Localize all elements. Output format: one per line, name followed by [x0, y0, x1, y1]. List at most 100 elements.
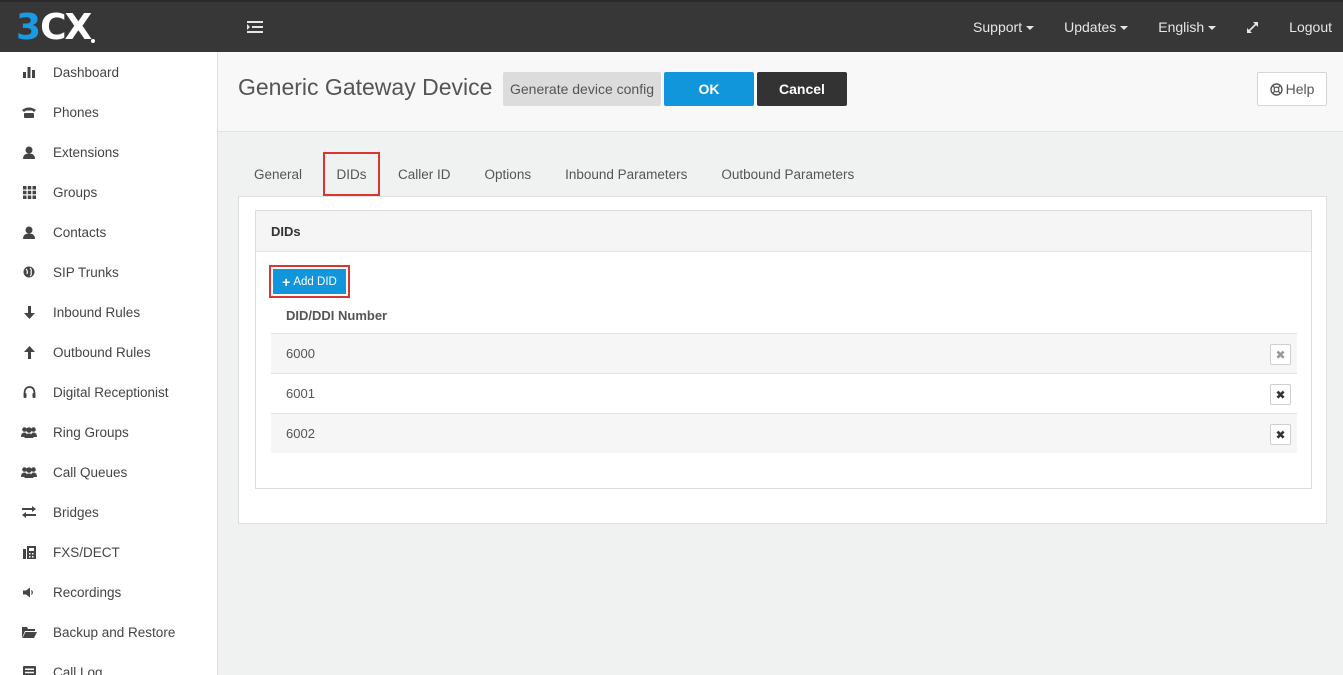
- cancel-button[interactable]: Cancel: [757, 72, 847, 106]
- sidebar-item-bridges[interactable]: Bridges: [0, 492, 217, 532]
- add-did-label: Add DID: [293, 275, 337, 288]
- sidebar-item-label: Outbound Rules: [53, 344, 151, 360]
- help-button[interactable]: Help: [1257, 72, 1327, 106]
- arrow-up-icon: [20, 344, 38, 360]
- sidebar-item-extensions[interactable]: Extensions: [0, 132, 217, 172]
- sidebar-item-label: Call Log: [53, 664, 103, 675]
- delete-button[interactable]: ✖: [1270, 344, 1291, 365]
- sidebar: Dashboard Phones Extensions Groups Conta…: [0, 52, 218, 675]
- support-label: Support: [973, 19, 1023, 35]
- sidebar-item-label: Ring Groups: [53, 424, 129, 440]
- users-icon: [20, 424, 38, 440]
- sidebar-item-label: Extensions: [53, 144, 120, 160]
- list-icon: [20, 664, 38, 675]
- expand-icon: [1247, 21, 1259, 33]
- sidebar-item-call-queues[interactable]: Call Queues: [0, 452, 217, 492]
- top-nav: Support Updates English Logout: [943, 2, 1332, 52]
- sidebar-item-label: Bridges: [53, 504, 99, 520]
- updates-label: Updates: [1064, 19, 1117, 35]
- sidebar-item-label: Phones: [53, 104, 99, 120]
- add-did-button[interactable]: + Add DID: [269, 265, 350, 298]
- sidebar-item-label: Backup and Restore: [53, 624, 176, 640]
- tab-options[interactable]: Options: [485, 152, 532, 196]
- tab-caller-id[interactable]: Caller ID: [398, 152, 451, 196]
- sidebar-item-inbound-rules[interactable]: Inbound Rules: [0, 292, 217, 332]
- sidebar-item-contacts[interactable]: Contacts: [0, 212, 217, 252]
- menu-toggle-icon[interactable]: [247, 20, 263, 34]
- did-number: 6001: [286, 386, 315, 401]
- updates-menu[interactable]: Updates: [1064, 19, 1129, 35]
- did-number: 6002: [286, 426, 315, 441]
- users-icon: [20, 464, 38, 480]
- language-label: English: [1158, 19, 1205, 35]
- sidebar-item-label: Groups: [53, 184, 98, 200]
- headset-icon: [20, 384, 38, 400]
- logo-part-cx: CX: [40, 7, 92, 48]
- support-menu[interactable]: Support: [973, 19, 1035, 35]
- tab-general[interactable]: General: [254, 152, 302, 196]
- sidebar-item-digital-receptionist[interactable]: Digital Receptionist: [0, 372, 217, 412]
- page-title: Generic Gateway Device: [238, 74, 493, 100]
- grid-icon: [20, 184, 38, 200]
- sidebar-item-label: SIP Trunks: [53, 264, 119, 280]
- sidebar-item-call-log[interactable]: Call Log: [0, 652, 217, 675]
- arrow-down-icon: [20, 304, 38, 320]
- exchange-icon: [20, 504, 38, 520]
- tab-dids[interactable]: DIDs: [323, 152, 381, 196]
- content-card: DIDs + Add DID DID/DDI Number 6000 ✖ 600…: [238, 196, 1327, 524]
- plus-icon: +: [282, 273, 291, 290]
- sidebar-item-label: Inbound Rules: [53, 304, 141, 320]
- logout-link[interactable]: Logout: [1289, 19, 1332, 35]
- sidebar-item-recordings[interactable]: Recordings: [0, 572, 217, 612]
- tab-outbound-parameters[interactable]: Outbound Parameters: [721, 152, 854, 196]
- user-icon: [20, 144, 38, 160]
- help-label: Help: [1285, 81, 1315, 97]
- logo-dot: [91, 39, 96, 43]
- sidebar-item-label: Recordings: [53, 584, 122, 600]
- add-did-button-inner: + Add DID: [273, 269, 346, 294]
- panel-title: DIDs: [256, 211, 1311, 252]
- logo-part-3: 3: [16, 7, 41, 48]
- tab-bar: General DIDs Caller ID Options Inbound P…: [238, 152, 854, 196]
- sidebar-item-fxs-dect[interactable]: FXS/DECT: [0, 532, 217, 572]
- user-icon: [20, 224, 38, 240]
- sidebar-item-label: Digital Receptionist: [53, 384, 169, 400]
- bar-chart-icon: [20, 64, 38, 80]
- tab-inbound-parameters[interactable]: Inbound Parameters: [565, 152, 687, 196]
- folder-icon: [20, 624, 38, 640]
- sidebar-item-label: FXS/DECT: [53, 544, 120, 560]
- delete-button[interactable]: ✖: [1270, 384, 1291, 405]
- page-header: Generic Gateway Device Generate device c…: [218, 52, 1343, 132]
- sidebar-item-groups[interactable]: Groups: [0, 172, 217, 212]
- sidebar-item-label: Dashboard: [53, 64, 120, 80]
- language-menu[interactable]: English: [1158, 19, 1217, 35]
- speaker-icon: [20, 584, 38, 600]
- sidebar-item-phones[interactable]: Phones: [0, 92, 217, 132]
- table-row: 6002 ✖: [271, 413, 1297, 453]
- close-icon: ✖: [1275, 387, 1286, 402]
- fax-icon: [20, 544, 38, 560]
- logo-3cx[interactable]: 3 CX: [16, 7, 96, 48]
- sidebar-item-label: Contacts: [53, 224, 107, 240]
- sidebar-item-sip-trunks[interactable]: SIP Trunks: [0, 252, 217, 292]
- ok-button[interactable]: OK: [664, 72, 754, 106]
- chevron-down-icon: [1026, 26, 1035, 30]
- globe-icon: [20, 264, 38, 280]
- top-bar: 3 CX Support Updates English Logout: [0, 0, 1343, 52]
- chevron-down-icon: [1208, 26, 1217, 30]
- sidebar-item-backup-restore[interactable]: Backup and Restore: [0, 612, 217, 652]
- fullscreen-button[interactable]: [1246, 21, 1259, 34]
- sidebar-item-outbound-rules[interactable]: Outbound Rules: [0, 332, 217, 372]
- sidebar-item-dashboard[interactable]: Dashboard: [0, 52, 217, 92]
- chevron-down-icon: [1120, 26, 1129, 30]
- sidebar-item-label: Call Queues: [53, 464, 128, 480]
- delete-button[interactable]: ✖: [1270, 424, 1291, 445]
- logout-label: Logout: [1289, 19, 1332, 35]
- dids-table: 6000 ✖ 6001 ✖ 6002 ✖: [271, 333, 1297, 453]
- generate-config-button[interactable]: Generate device config: [503, 72, 661, 106]
- table-row: 6000 ✖: [271, 333, 1297, 373]
- column-header-did: DID/DDI Number: [286, 308, 388, 323]
- close-icon: ✖: [1275, 347, 1286, 362]
- phone-icon: [20, 104, 38, 120]
- sidebar-item-ring-groups[interactable]: Ring Groups: [0, 412, 217, 452]
